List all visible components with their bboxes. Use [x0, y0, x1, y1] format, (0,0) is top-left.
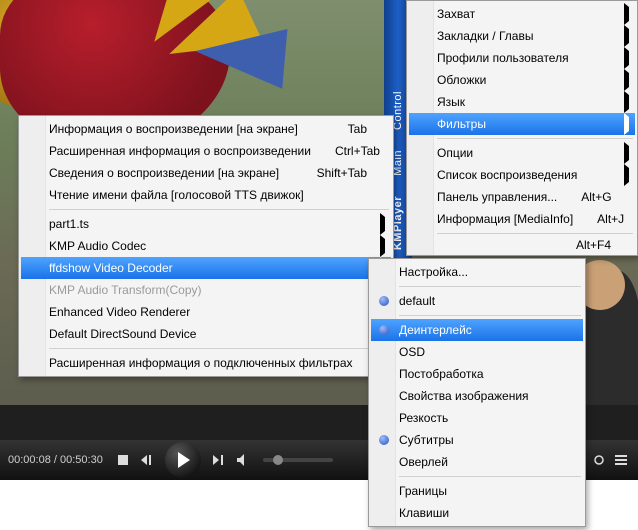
filters-ext-info[interactable]: Расширенная информация о воспроизведении…	[21, 140, 391, 162]
menu-covers[interactable]: Обложки	[409, 69, 635, 91]
mute-button[interactable]	[234, 451, 252, 469]
menu-separator	[49, 348, 389, 349]
menu-separator	[399, 476, 581, 477]
menu-options[interactable]: Опции	[409, 142, 635, 164]
menu-media-info[interactable]: Информация [MediaInfo]Alt+J	[409, 208, 635, 230]
menu-playlist[interactable]: Список воспроизведения	[409, 164, 635, 186]
filters-tts[interactable]: Чтение имени файла [голосовой TTS движок…	[21, 184, 391, 206]
radio-bullet-icon	[379, 296, 389, 306]
submenu-arrow-icon	[380, 213, 385, 235]
ffd-postproc[interactable]: Постобработка	[371, 363, 583, 385]
ffd-keys[interactable]: Клавиши	[371, 502, 583, 524]
menu-button[interactable]	[612, 451, 630, 469]
filters-file[interactable]: part1.ts	[21, 213, 391, 235]
main-context-menu: Захват Закладки / Главы Профили пользова…	[406, 0, 638, 256]
filters-dsound[interactable]: Default DirectSound Device	[21, 323, 391, 345]
ffdshow-submenu: Настройка... default Деинтерлейс OSD Пос…	[368, 258, 586, 527]
menu-filters[interactable]: Фильтры	[409, 113, 635, 135]
submenu-arrow-icon	[624, 3, 629, 25]
radio-bullet-icon	[379, 435, 389, 445]
menu-separator	[437, 233, 633, 234]
ffd-borders[interactable]: Границы	[371, 480, 583, 502]
ffd-config[interactable]: Настройка...	[371, 261, 583, 283]
menu-separator	[437, 138, 633, 139]
menu-control-panel[interactable]: Панель управления...Alt+G	[409, 186, 635, 208]
ffd-default[interactable]: default	[371, 290, 583, 312]
filters-evr[interactable]: Enhanced Video Renderer	[21, 301, 391, 323]
submenu-arrow-icon	[624, 91, 629, 113]
filters-osd-info[interactable]: Информация о воспроизведении [на экране]…	[21, 118, 391, 140]
menu-capture[interactable]: Захват	[409, 3, 635, 25]
next-button[interactable]	[210, 451, 228, 469]
submenu-arrow-icon	[624, 113, 629, 135]
menu-separator	[399, 315, 581, 316]
ffd-osd[interactable]: OSD	[371, 341, 583, 363]
filters-ffdshow[interactable]: ffdshow Video Decoder	[21, 257, 391, 279]
menu-user-profiles[interactable]: Профили пользователя	[409, 47, 635, 69]
menu-language[interactable]: Язык	[409, 91, 635, 113]
radio-bullet-icon	[379, 325, 389, 335]
ffd-overlay[interactable]: Оверлей	[371, 451, 583, 473]
submenu-arrow-icon	[380, 235, 385, 257]
play-button[interactable]	[165, 442, 201, 478]
submenu-arrow-icon	[624, 69, 629, 91]
ffd-deinterlace[interactable]: Деинтерлейс	[371, 319, 583, 341]
menu-separator	[399, 286, 581, 287]
submenu-arrow-icon	[624, 164, 629, 186]
menu-bookmarks[interactable]: Закладки / Главы	[409, 25, 635, 47]
filters-kmp-audio-transform: KMP Audio Transform(Copy)	[21, 279, 391, 301]
volume-slider[interactable]	[263, 458, 333, 462]
submenu-arrow-icon	[624, 25, 629, 47]
menu-separator	[49, 209, 389, 210]
ffd-img-props[interactable]: Свойства изображения	[371, 385, 583, 407]
time-display: 00:00:08 / 00:50:30	[0, 454, 111, 466]
filters-play-info[interactable]: Сведения о воспроизведении [на экране]Sh…	[21, 162, 391, 184]
ffd-subtitles[interactable]: Субтитры	[371, 429, 583, 451]
filters-kmp-audio[interactable]: KMP Audio Codec	[21, 235, 391, 257]
stop-button[interactable]	[114, 451, 132, 469]
submenu-arrow-icon	[624, 142, 629, 164]
menu-exit[interactable]: Alt+F4	[409, 237, 635, 253]
submenu-arrow-icon	[624, 47, 629, 69]
prev-button[interactable]	[138, 451, 156, 469]
loop-button[interactable]	[590, 451, 608, 469]
ffd-sharpness[interactable]: Резкость	[371, 407, 583, 429]
filters-submenu: Информация о воспроизведении [на экране]…	[18, 115, 394, 377]
filters-connected-info[interactable]: Расширенная информация о подключенных фи…	[21, 352, 391, 374]
